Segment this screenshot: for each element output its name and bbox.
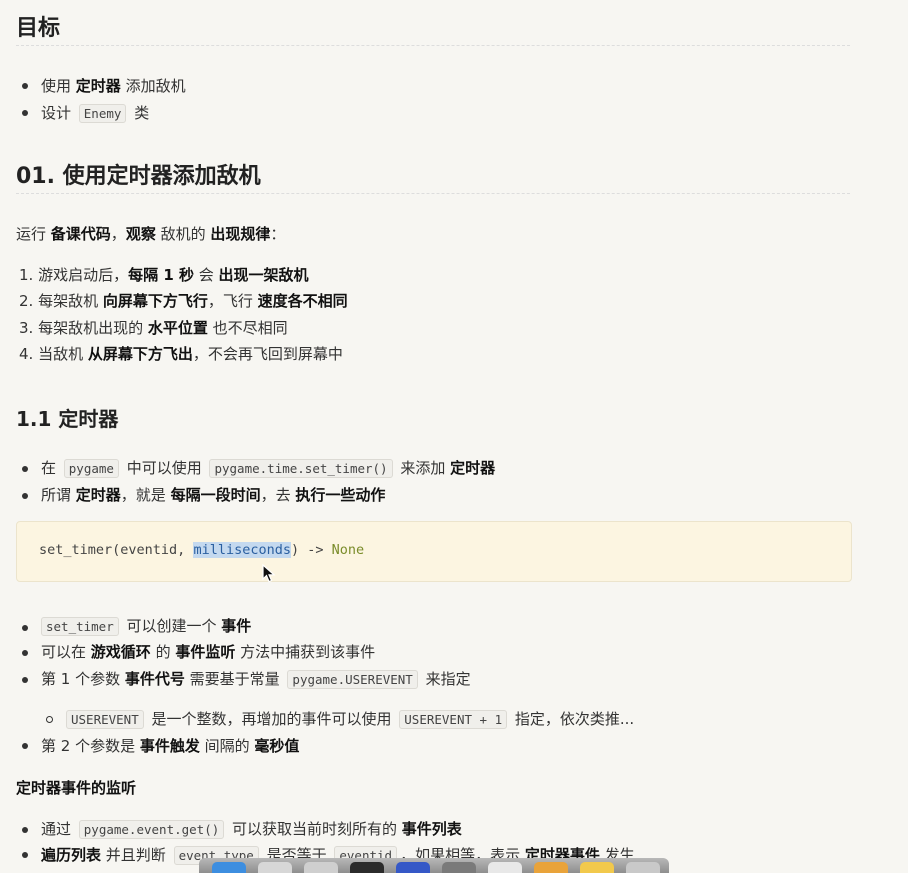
- inline-code: pygame.time.set_timer(): [209, 459, 393, 478]
- code-line[interactable]: set_timer(eventid, milliseconds) -> None: [39, 542, 364, 558]
- inline-code: pygame: [63, 459, 119, 478]
- bullet-dot: [22, 466, 28, 472]
- ordered-item-1: 1. 游戏启动后，每隔 1 秒 会 出现一架敌机: [19, 266, 309, 284]
- event-bullet-3: 第 1 个参数 事件代号 需要基于常量 pygame.USEREVENT 来指定: [41, 670, 471, 689]
- bullet-dot: [22, 650, 28, 656]
- timer-bullet-1: 在 pygame 中可以使用 pygame.time.set_timer() 来…: [41, 459, 496, 478]
- bullet-dot: [22, 625, 28, 631]
- event-sub-bullet: USEREVENT 是一个整数，再增加的事件可以使用 USEREVENT + 1…: [63, 708, 634, 729]
- terminal-icon[interactable]: [350, 862, 384, 873]
- ordered-item-4: 4. 当敌机 从屏幕下方飞出，不会再飞回到屏幕中: [19, 345, 343, 363]
- heading-rule: [16, 193, 850, 194]
- event-bullet-2: 可以在 游戏循环 的 事件监听 方法中捕获到该事件: [41, 643, 376, 661]
- event-bullet-4: 第 2 个参数是 事件触发 间隔的 毫秒值: [41, 737, 300, 755]
- document: 目标 使用 定时器 添加敌机 设计 Enemy 类 01. 使用定时器添加敌机 …: [0, 0, 908, 873]
- app-icon[interactable]: [534, 862, 568, 873]
- timer-bullet-2: 所谓 定时器，就是 每隔一段时间，去 执行一些动作: [41, 486, 386, 504]
- bullet-dot: [22, 677, 28, 683]
- ordered-item-2: 2. 每架敌机 向屏幕下方飞行，飞行 速度各不相同: [19, 292, 348, 310]
- selected-text: milliseconds: [193, 542, 291, 558]
- listen-heading: 定时器事件的监听: [16, 779, 137, 797]
- inline-code: pygame.USEREVENT: [287, 670, 418, 689]
- app-icon[interactable]: [580, 862, 614, 873]
- inline-code: USEREVENT: [66, 710, 144, 729]
- sub-bullet-circle: [46, 716, 53, 723]
- bullet-dot: [22, 743, 28, 749]
- bullet-dot: [22, 827, 28, 833]
- bullet-dot: [22, 852, 28, 858]
- app-icon[interactable]: [304, 862, 338, 873]
- inline-code: set_timer: [41, 617, 119, 636]
- bullet-dot: [22, 83, 28, 89]
- app-icon[interactable]: [626, 862, 660, 873]
- section-heading: 01. 使用定时器添加敌机: [16, 164, 261, 189]
- finder-icon[interactable]: [212, 862, 246, 873]
- heading-rule: [16, 45, 850, 46]
- app-icon[interactable]: [396, 862, 430, 873]
- event-bullet-1: set_timer 可以创建一个 事件: [41, 615, 251, 636]
- goal-item-1: 使用 定时器 添加敌机: [41, 77, 186, 95]
- safari-icon[interactable]: [258, 862, 292, 873]
- ordered-item-3: 3. 每架敌机出现的 水平位置 也不尽相同: [19, 319, 288, 337]
- goal-item-2: 设计 Enemy 类: [41, 104, 150, 123]
- subsection-heading: 1.1 定时器: [16, 407, 119, 431]
- bullet-dot: [22, 493, 28, 499]
- code-block[interactable]: set_timer(eventid, milliseconds) -> None: [16, 521, 852, 582]
- inline-code: Enemy: [78, 104, 127, 123]
- inline-code: USEREVENT + 1: [399, 710, 508, 729]
- section-intro: 运行 备课代码，观察 敌机的 出现规律：: [16, 225, 286, 243]
- app-icon[interactable]: [442, 862, 476, 873]
- goal-heading: 目标: [16, 16, 61, 41]
- inline-code: pygame.event.get(): [78, 820, 225, 839]
- bullet-dot: [22, 110, 28, 116]
- mouse-cursor-icon: [262, 564, 276, 583]
- app-icon[interactable]: [488, 862, 522, 873]
- listen-bullet-1: 通过 pygame.event.get() 可以获取当前时刻所有的 事件列表: [41, 820, 462, 839]
